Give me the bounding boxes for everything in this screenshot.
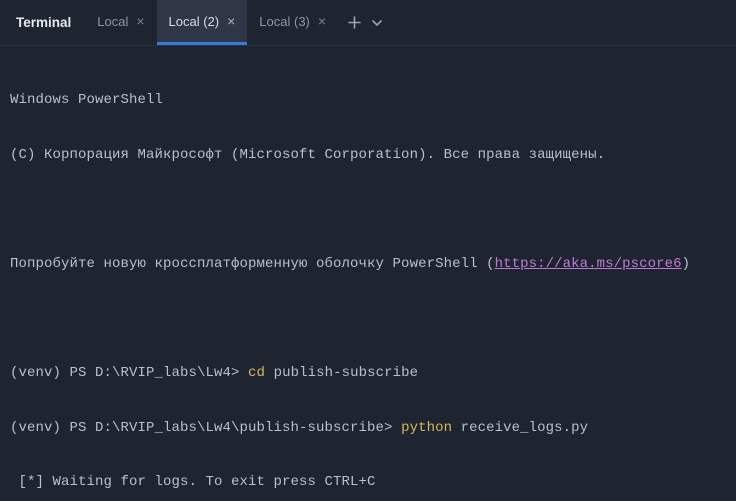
pscore6-link[interactable]: https://aka.ms/pscore6 xyxy=(495,256,682,272)
command-arg: publish-subscribe xyxy=(265,365,418,381)
command-python: python xyxy=(401,420,452,436)
prompt-line: (venv) PS D:\RVIP_labs\Lw4> cd publish-s… xyxy=(10,360,726,387)
close-icon[interactable]: × xyxy=(318,14,326,28)
toolwindow-title: Terminal xyxy=(6,0,85,45)
blank-line xyxy=(10,306,726,333)
prompt-prefix: (venv) PS D:\RVIP_labs\Lw4> xyxy=(10,365,248,381)
tab-label: Local (2) xyxy=(169,14,220,29)
prompt-prefix: (venv) PS D:\RVIP_labs\Lw4\publish-subsc… xyxy=(10,420,401,436)
ps-try-new-line: Попробуйте новую кроссплатформенную обол… xyxy=(10,251,726,278)
tab-local-3[interactable]: Local (3) × xyxy=(247,0,338,45)
chevron-down-icon[interactable] xyxy=(371,17,383,29)
tab-label: Local (3) xyxy=(259,14,310,29)
close-icon[interactable]: × xyxy=(227,14,235,28)
blank-line xyxy=(10,196,726,223)
output-line: [*] Waiting for logs. To exit press CTRL… xyxy=(10,469,726,496)
terminal-tabbar: Terminal Local × Local (2) × Local (3) × xyxy=(0,0,736,46)
ps-copyright-line: (C) Корпорация Майкрософт (Microsoft Cor… xyxy=(10,142,726,169)
terminal-output[interactable]: Windows PowerShell (C) Корпорация Майкро… xyxy=(0,46,736,501)
text: ) xyxy=(682,256,691,272)
ps-header-line: Windows PowerShell xyxy=(10,87,726,114)
close-icon[interactable]: × xyxy=(136,14,144,28)
tab-local-1[interactable]: Local × xyxy=(85,0,156,45)
tab-actions xyxy=(338,0,393,45)
command-arg: receive_logs.py xyxy=(452,420,588,436)
tab-label: Local xyxy=(97,14,128,29)
prompt-line: (venv) PS D:\RVIP_labs\Lw4\publish-subsc… xyxy=(10,415,726,442)
command-cd: cd xyxy=(248,365,265,381)
tab-local-2[interactable]: Local (2) × xyxy=(157,0,248,45)
text: Попробуйте новую кроссплатформенную обол… xyxy=(10,256,495,272)
new-tab-icon[interactable] xyxy=(348,16,361,29)
